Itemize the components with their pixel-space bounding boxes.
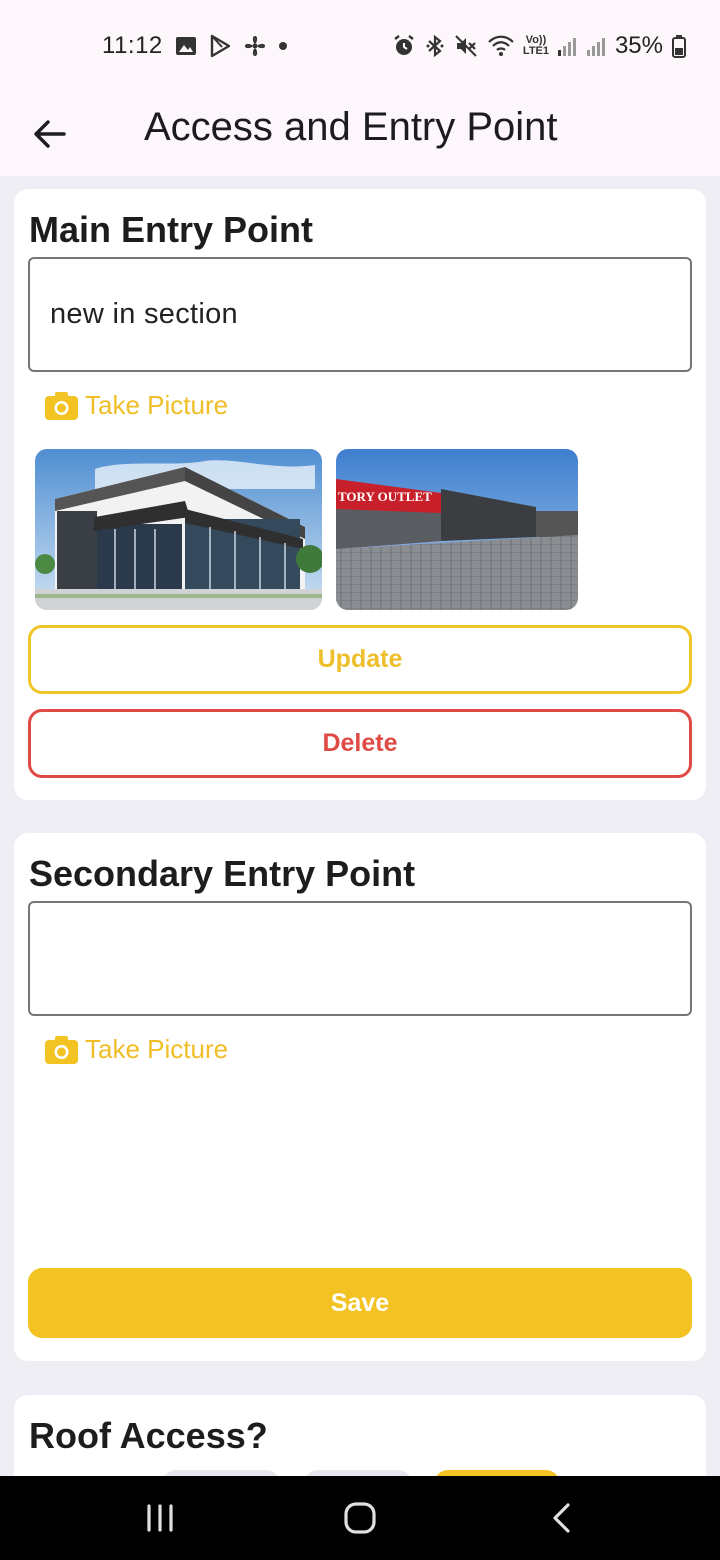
back-button[interactable]	[26, 110, 74, 158]
camera-icon	[45, 1035, 78, 1064]
fan-icon	[243, 34, 267, 58]
outlet-sign-text: TORY OUTLET	[338, 489, 432, 504]
signal-icon	[586, 36, 606, 56]
back-icon	[553, 1503, 570, 1533]
arrow-left-icon	[34, 120, 66, 148]
main-entry-input[interactable]: new in section	[28, 257, 692, 372]
volte-icon: Vo)) LTE1	[522, 34, 549, 57]
secondary-entry-card: Secondary Entry Point Take Picture Save	[14, 833, 706, 1361]
status-right: Vo)) LTE1 35%	[392, 32, 686, 60]
update-button[interactable]: Update	[28, 625, 692, 694]
battery-percent: 35%	[614, 32, 663, 59]
signal-icon	[557, 36, 577, 56]
play-store-icon	[209, 34, 231, 58]
app-bar: Access and Entry Point	[0, 92, 720, 176]
main-take-picture-button[interactable]: Take Picture	[44, 390, 228, 421]
secondary-take-picture-button[interactable]: Take Picture	[44, 1034, 228, 1065]
modern-storefront-photo[interactable]	[35, 449, 322, 610]
roof-access-card: Roof Access?	[14, 1395, 706, 1476]
delete-button[interactable]: Delete	[28, 709, 692, 778]
main-entry-card: Main Entry Point new in section Take Pic…	[14, 189, 706, 800]
mute-icon	[454, 34, 478, 58]
wifi-icon	[487, 35, 515, 57]
status-left: 11:12	[102, 32, 287, 60]
home-icon	[344, 1502, 376, 1534]
clock: 11:12	[102, 32, 163, 59]
system-back-button[interactable]	[532, 1496, 592, 1540]
factory-outlet-photo[interactable]: TORY OUTLET	[336, 449, 578, 610]
save-button[interactable]: Save	[28, 1268, 692, 1338]
secondary-entry-heading: Secondary Entry Point	[29, 853, 416, 894]
status-bar: 11:12 Vo)) LTE1 35%	[0, 0, 720, 92]
bluetooth-icon	[425, 34, 445, 58]
system-nav-bar	[0, 1476, 720, 1560]
recents-button[interactable]	[130, 1496, 190, 1540]
take-picture-label: Take Picture	[85, 390, 229, 420]
content-scroll[interactable]: Main Entry Point new in section Take Pic…	[0, 176, 720, 1476]
dot-icon	[278, 42, 287, 50]
page-title: Access and Entry Point	[144, 105, 558, 149]
main-entry-heading: Main Entry Point	[29, 209, 314, 250]
battery-icon	[672, 34, 686, 58]
camera-icon	[45, 391, 78, 420]
roof-access-heading: Roof Access?	[29, 1415, 268, 1456]
recents-icon	[147, 1504, 173, 1532]
secondary-entry-input[interactable]	[28, 901, 692, 1016]
alarm-icon	[392, 34, 416, 58]
home-button[interactable]	[330, 1496, 390, 1540]
image-icon	[175, 35, 197, 57]
take-picture-label: Take Picture	[85, 1034, 229, 1064]
